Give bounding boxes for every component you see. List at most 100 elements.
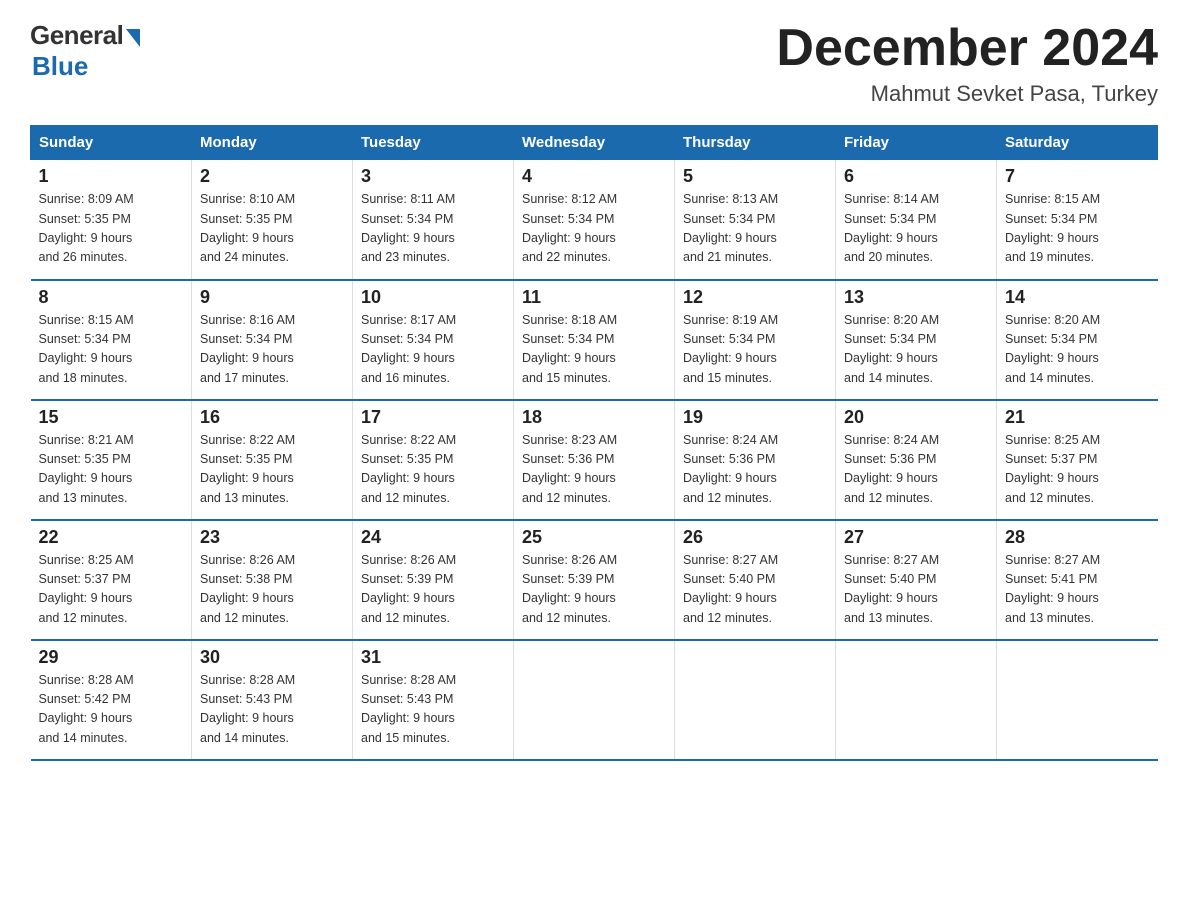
day-info: Sunrise: 8:24 AMSunset: 5:36 PMDaylight:… [844, 431, 988, 509]
day-info: Sunrise: 8:24 AMSunset: 5:36 PMDaylight:… [683, 431, 827, 509]
calendar-cell: 7Sunrise: 8:15 AMSunset: 5:34 PMDaylight… [997, 160, 1158, 280]
calendar-table: SundayMondayTuesdayWednesdayThursdayFrid… [30, 125, 1158, 761]
day-info: Sunrise: 8:18 AMSunset: 5:34 PMDaylight:… [522, 311, 666, 389]
logo-general-text: General [30, 20, 123, 51]
calendar-week-row: 1Sunrise: 8:09 AMSunset: 5:35 PMDaylight… [31, 160, 1158, 280]
day-number: 8 [39, 287, 184, 308]
col-header-monday: Monday [192, 126, 353, 160]
calendar-cell [836, 640, 997, 760]
day-info: Sunrise: 8:28 AMSunset: 5:42 PMDaylight:… [39, 671, 184, 749]
calendar-cell: 13 Sunrise: 8:20 AMSunset: 5:34 PMDayligh… [836, 280, 997, 400]
day-number: 20 [844, 407, 988, 428]
calendar-cell: 20 Sunrise: 8:24 AMSunset: 5:36 PMDayligh… [836, 400, 997, 520]
page-header: General Blue December 2024 Mahmut Sevket… [30, 20, 1158, 107]
day-number: 5 [683, 166, 827, 187]
calendar-cell: 21Sunrise: 8:25 AMSunset: 5:37 PMDayligh… [997, 400, 1158, 520]
day-info: Sunrise: 8:25 AMSunset: 5:37 PMDaylight:… [1005, 431, 1150, 509]
calendar-cell: 6Sunrise: 8:14 AMSunset: 5:34 PMDaylight… [836, 160, 997, 280]
calendar-cell: 18Sunrise: 8:23 AMSunset: 5:36 PMDayligh… [514, 400, 675, 520]
day-number: 14 [1005, 287, 1150, 308]
calendar-cell: 25 Sunrise: 8:26 AMSunset: 5:39 PMDayligh… [514, 520, 675, 640]
col-header-tuesday: Tuesday [353, 126, 514, 160]
day-info: Sunrise: 8:26 AMSunset: 5:39 PMDaylight:… [361, 551, 505, 629]
day-number: 30 [200, 647, 344, 668]
day-info: Sunrise: 8:17 AMSunset: 5:34 PMDaylight:… [361, 311, 505, 389]
calendar-cell: 15Sunrise: 8:21 AMSunset: 5:35 PMDayligh… [31, 400, 192, 520]
calendar-cell: 19 Sunrise: 8:24 AMSunset: 5:36 PMDayligh… [675, 400, 836, 520]
logo-blue-text: Blue [32, 51, 88, 82]
calendar-cell: 30 Sunrise: 8:28 AMSunset: 5:43 PMDayligh… [192, 640, 353, 760]
location-label: Mahmut Sevket Pasa, Turkey [776, 81, 1158, 107]
day-info: Sunrise: 8:21 AMSunset: 5:35 PMDaylight:… [39, 431, 184, 509]
day-number: 31 [361, 647, 505, 668]
calendar-week-row: 8Sunrise: 8:15 AMSunset: 5:34 PMDaylight… [31, 280, 1158, 400]
col-header-sunday: Sunday [31, 126, 192, 160]
day-number: 3 [361, 166, 505, 187]
day-number: 13 [844, 287, 988, 308]
day-info: Sunrise: 8:22 AMSunset: 5:35 PMDaylight:… [361, 431, 505, 509]
day-number: 10 [361, 287, 505, 308]
col-header-thursday: Thursday [675, 126, 836, 160]
calendar-cell: 23 Sunrise: 8:26 AMSunset: 5:38 PMDayligh… [192, 520, 353, 640]
day-number: 16 [200, 407, 344, 428]
day-number: 17 [361, 407, 505, 428]
day-number: 2 [200, 166, 344, 187]
day-number: 24 [361, 527, 505, 548]
day-info: Sunrise: 8:12 AMSunset: 5:34 PMDaylight:… [522, 190, 666, 268]
calendar-cell: 24 Sunrise: 8:26 AMSunset: 5:39 PMDayligh… [353, 520, 514, 640]
calendar-cell: 31 Sunrise: 8:28 AMSunset: 5:43 PMDayligh… [353, 640, 514, 760]
day-info: Sunrise: 8:27 AMSunset: 5:40 PMDaylight:… [844, 551, 988, 629]
calendar-cell: 4 Sunrise: 8:12 AMSunset: 5:34 PMDaylight… [514, 160, 675, 280]
calendar-cell: 22 Sunrise: 8:25 AMSunset: 5:37 PMDayligh… [31, 520, 192, 640]
day-info: Sunrise: 8:11 AMSunset: 5:34 PMDaylight:… [361, 190, 505, 268]
calendar-cell [997, 640, 1158, 760]
day-number: 23 [200, 527, 344, 548]
calendar-week-row: 22 Sunrise: 8:25 AMSunset: 5:37 PMDayligh… [31, 520, 1158, 640]
day-number: 11 [522, 287, 666, 308]
day-number: 18 [522, 407, 666, 428]
day-number: 12 [683, 287, 827, 308]
day-number: 22 [39, 527, 184, 548]
day-number: 1 [39, 166, 184, 187]
calendar-cell: 12Sunrise: 8:19 AMSunset: 5:34 PMDayligh… [675, 280, 836, 400]
calendar-cell: 2 Sunrise: 8:10 AMSunset: 5:35 PMDaylight… [192, 160, 353, 280]
day-number: 4 [522, 166, 666, 187]
day-number: 9 [200, 287, 344, 308]
day-number: 25 [522, 527, 666, 548]
title-section: December 2024 Mahmut Sevket Pasa, Turkey [776, 20, 1158, 107]
calendar-week-row: 29 Sunrise: 8:28 AMSunset: 5:42 PMDayligh… [31, 640, 1158, 760]
day-info: Sunrise: 8:25 AMSunset: 5:37 PMDaylight:… [39, 551, 184, 629]
day-info: Sunrise: 8:20 AMSunset: 5:34 PMDaylight:… [844, 311, 988, 389]
calendar-cell [675, 640, 836, 760]
calendar-cell: 17 Sunrise: 8:22 AMSunset: 5:35 PMDayligh… [353, 400, 514, 520]
day-number: 29 [39, 647, 184, 668]
day-info: Sunrise: 8:26 AMSunset: 5:38 PMDaylight:… [200, 551, 344, 629]
day-info: Sunrise: 8:22 AMSunset: 5:35 PMDaylight:… [200, 431, 344, 509]
calendar-cell: 1Sunrise: 8:09 AMSunset: 5:35 PMDaylight… [31, 160, 192, 280]
col-header-saturday: Saturday [997, 126, 1158, 160]
day-number: 27 [844, 527, 988, 548]
day-info: Sunrise: 8:10 AMSunset: 5:35 PMDaylight:… [200, 190, 344, 268]
calendar-cell: 3 Sunrise: 8:11 AMSunset: 5:34 PMDaylight… [353, 160, 514, 280]
day-number: 26 [683, 527, 827, 548]
col-header-friday: Friday [836, 126, 997, 160]
day-info: Sunrise: 8:28 AMSunset: 5:43 PMDaylight:… [200, 671, 344, 749]
day-info: Sunrise: 8:26 AMSunset: 5:39 PMDaylight:… [522, 551, 666, 629]
day-info: Sunrise: 8:16 AMSunset: 5:34 PMDaylight:… [200, 311, 344, 389]
day-number: 19 [683, 407, 827, 428]
calendar-cell: 16 Sunrise: 8:22 AMSunset: 5:35 PMDayligh… [192, 400, 353, 520]
logo: General Blue [30, 20, 140, 82]
calendar-header-row: SundayMondayTuesdayWednesdayThursdayFrid… [31, 126, 1158, 160]
day-info: Sunrise: 8:28 AMSunset: 5:43 PMDaylight:… [361, 671, 505, 749]
day-info: Sunrise: 8:27 AMSunset: 5:40 PMDaylight:… [683, 551, 827, 629]
calendar-cell: 10 Sunrise: 8:17 AMSunset: 5:34 PMDayligh… [353, 280, 514, 400]
calendar-cell [514, 640, 675, 760]
day-info: Sunrise: 8:14 AMSunset: 5:34 PMDaylight:… [844, 190, 988, 268]
day-info: Sunrise: 8:20 AMSunset: 5:34 PMDaylight:… [1005, 311, 1150, 389]
calendar-cell: 27 Sunrise: 8:27 AMSunset: 5:40 PMDayligh… [836, 520, 997, 640]
day-number: 7 [1005, 166, 1150, 187]
calendar-cell: 11 Sunrise: 8:18 AMSunset: 5:34 PMDayligh… [514, 280, 675, 400]
day-info: Sunrise: 8:27 AMSunset: 5:41 PMDaylight:… [1005, 551, 1150, 629]
col-header-wednesday: Wednesday [514, 126, 675, 160]
calendar-cell: 26 Sunrise: 8:27 AMSunset: 5:40 PMDayligh… [675, 520, 836, 640]
